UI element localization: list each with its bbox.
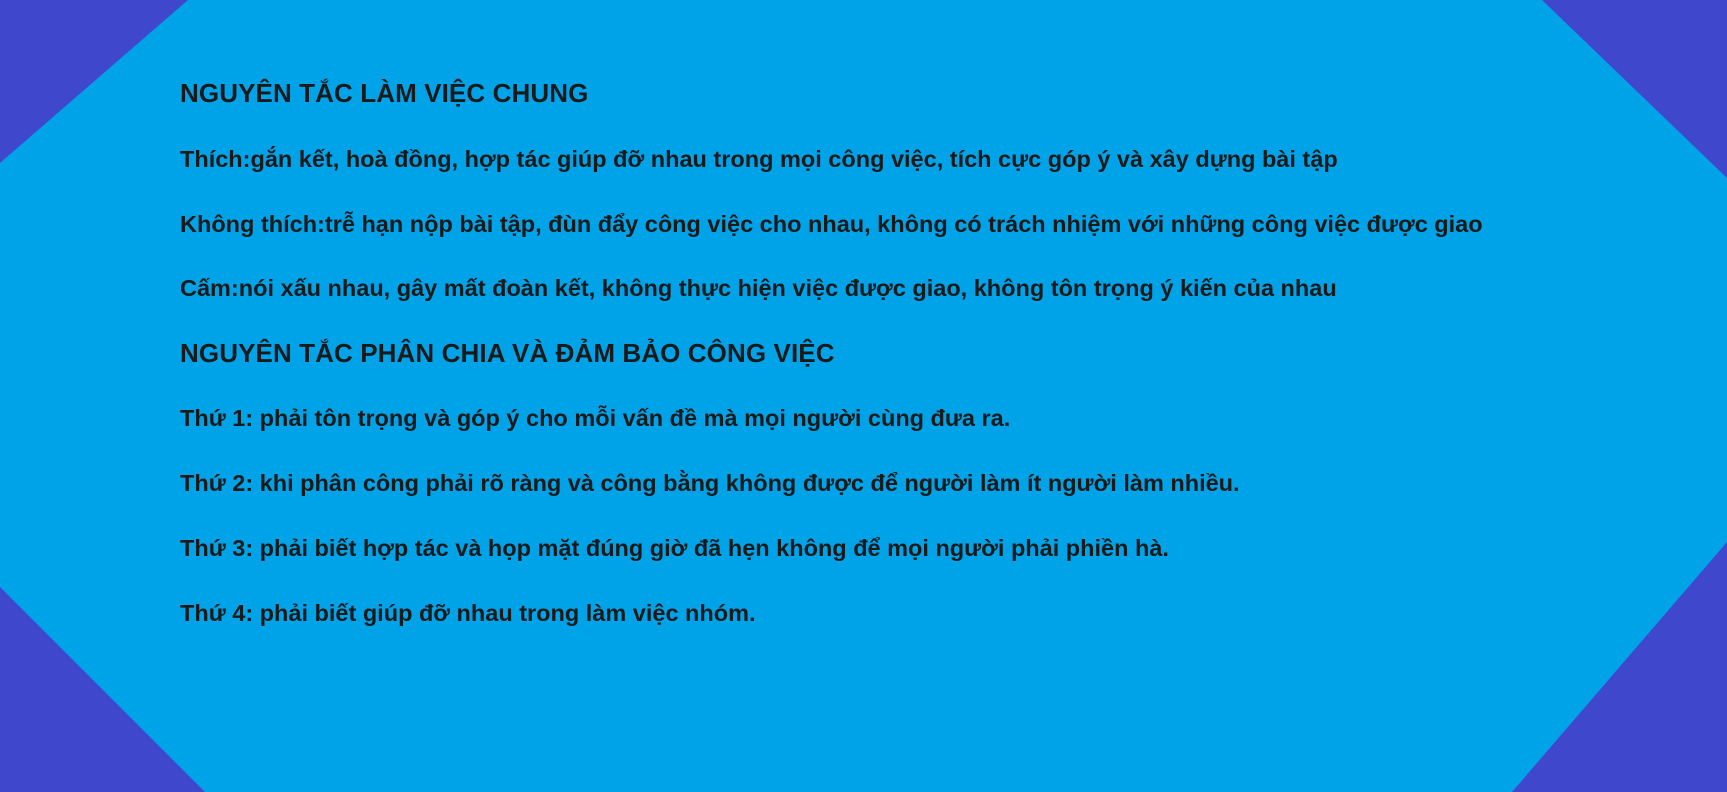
forbidden-text: Cấm:nói xấu nhau, gây mất đoàn kết, khôn… xyxy=(180,275,1337,301)
rule-4: Thứ 4: phải biết giúp đỡ nhau trong làm … xyxy=(180,600,756,626)
dislikes-text: Không thích:trễ hạn nộp bài tập, đùn đẩy… xyxy=(180,211,1483,237)
rule-2: Thứ 2: khi phân công phải rõ ràng và côn… xyxy=(180,470,1240,496)
corner-decoration-bottom-left xyxy=(0,587,205,792)
rule-1: Thứ 1: phải tôn trọng và góp ý cho mỗi v… xyxy=(180,405,1011,431)
rule-3: Thứ 3: phải biết hợp tác và họp mặt đúng… xyxy=(180,535,1169,561)
section-title-work-division: NGUYÊN TẮC PHÂN CHIA VÀ ĐẢM BẢO CÔNG VIỆ… xyxy=(180,338,835,368)
section-title-general-principles: NGUYÊN TẮC LÀM VIỆC CHUNG xyxy=(180,78,589,108)
likes-text: Thích:gắn kết, hoà đồng, hợp tác giúp đỡ… xyxy=(180,146,1338,172)
corner-decoration-top-left xyxy=(0,0,188,163)
slide-content: NGUYÊN TẮC LÀM VIỆC CHUNG Thích:gắn kết,… xyxy=(180,78,1620,663)
